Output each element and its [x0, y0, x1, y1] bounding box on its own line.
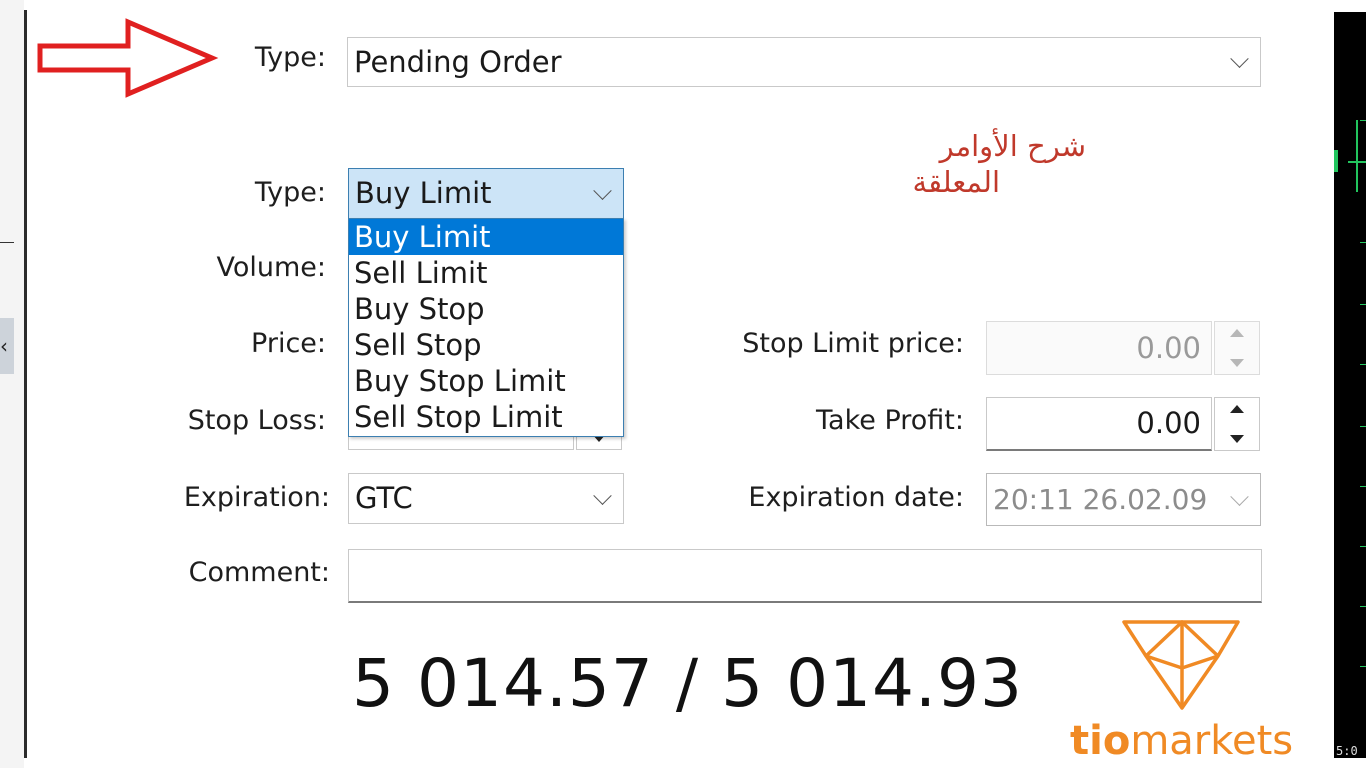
stop-limit-price-input[interactable]: 0.00: [986, 321, 1212, 375]
expiration-select[interactable]: GTC: [348, 473, 624, 524]
chart-tick: [1360, 242, 1366, 243]
order-type-label: Type:: [254, 42, 326, 73]
chevron-down-icon: [593, 181, 612, 200]
chart-time-label: 5:0: [1336, 744, 1358, 758]
chart-crosshair: [1348, 161, 1366, 163]
expiration-date-label: Expiration date:: [748, 482, 964, 513]
chevron-down-icon: [1230, 487, 1249, 506]
dropdown-option-sell-stop-limit[interactable]: Sell Stop Limit: [349, 399, 623, 435]
chart-tick: [1360, 120, 1366, 121]
expiration-date-value: 20:11 26.02.09: [993, 482, 1208, 516]
annotation-line-1: شرح الأوامر: [939, 129, 1086, 163]
expiration-value: GTC: [355, 481, 413, 515]
pending-type-select[interactable]: Buy Limit: [348, 168, 624, 219]
take-profit-input[interactable]: 0.00: [986, 397, 1212, 451]
pending-type-label: Type:: [254, 177, 326, 208]
arrow-up-icon: [1230, 405, 1244, 413]
chart-tick: [1360, 486, 1366, 487]
dropdown-option-sell-limit[interactable]: Sell Limit: [349, 255, 623, 291]
chart-crosshair: [1356, 120, 1358, 192]
dropdown-option-buy-stop-limit[interactable]: Buy Stop Limit: [349, 363, 623, 399]
comment-label: Comment:: [188, 557, 330, 588]
stop-limit-price-spinner[interactable]: [1214, 321, 1260, 375]
annotation-line-2: المعلقة: [912, 165, 1000, 200]
tiomarkets-logo-icon: [1122, 620, 1240, 710]
dropdown-option-buy-stop[interactable]: Buy Stop: [349, 291, 623, 327]
pending-type-dropdown-list: Buy Limit Sell Limit Buy Stop Sell Stop …: [348, 218, 624, 437]
arrow-down-icon: [1230, 435, 1244, 443]
order-type-value: Pending Order: [354, 44, 562, 79]
left-window-edge: [0, 0, 24, 768]
arabic-annotation: شرح الأوامر المعلقة: [880, 128, 1086, 201]
window-border: [24, 10, 27, 758]
price-label: Price:: [251, 328, 326, 359]
arrow-up-icon: [1230, 329, 1244, 337]
stop-limit-price-value: 0.00: [1136, 330, 1201, 365]
arrow-down-icon: [1230, 359, 1244, 367]
chart-tick: [1360, 546, 1366, 547]
volume-label: Volume:: [216, 252, 326, 283]
chart-bar: [1334, 150, 1338, 172]
chart-tick: [1360, 666, 1366, 667]
brand-part-markets: markets: [1130, 718, 1294, 764]
chevron-down-icon: [593, 486, 612, 505]
chart-strip: 5:0: [1334, 12, 1366, 758]
edge-divider: [0, 242, 14, 243]
brand-part-tio: tio: [1070, 718, 1131, 764]
pending-type-value: Buy Limit: [355, 176, 492, 210]
chart-tick: [1360, 426, 1366, 427]
dropdown-option-buy-limit[interactable]: Buy Limit: [349, 219, 623, 255]
bid-ask-quote: 5 014.57 / 5 014.93: [352, 645, 1024, 722]
chevron-left-icon: ‹: [0, 334, 8, 358]
comment-input[interactable]: [348, 549, 1262, 603]
collapse-panel-tab[interactable]: ‹: [0, 318, 14, 374]
stop-loss-label: Stop Loss:: [187, 405, 326, 436]
tiomarkets-wordmark: tiomarkets: [1070, 718, 1293, 764]
dropdown-option-sell-stop[interactable]: Sell Stop: [349, 327, 623, 363]
expiration-label: Expiration:: [183, 482, 330, 513]
chart-tick: [1360, 304, 1366, 305]
chart-tick: [1360, 606, 1366, 607]
expiration-date-picker[interactable]: 20:11 26.02.09: [986, 473, 1261, 526]
stop-limit-price-label: Stop Limit price:: [742, 328, 964, 359]
chart-tick: [1360, 364, 1366, 365]
chevron-down-icon: [1230, 49, 1249, 68]
take-profit-value: 0.00: [1136, 406, 1201, 440]
take-profit-spinner[interactable]: [1214, 397, 1260, 451]
order-type-select[interactable]: Pending Order: [347, 37, 1261, 87]
take-profit-label: Take Profit:: [816, 405, 964, 436]
